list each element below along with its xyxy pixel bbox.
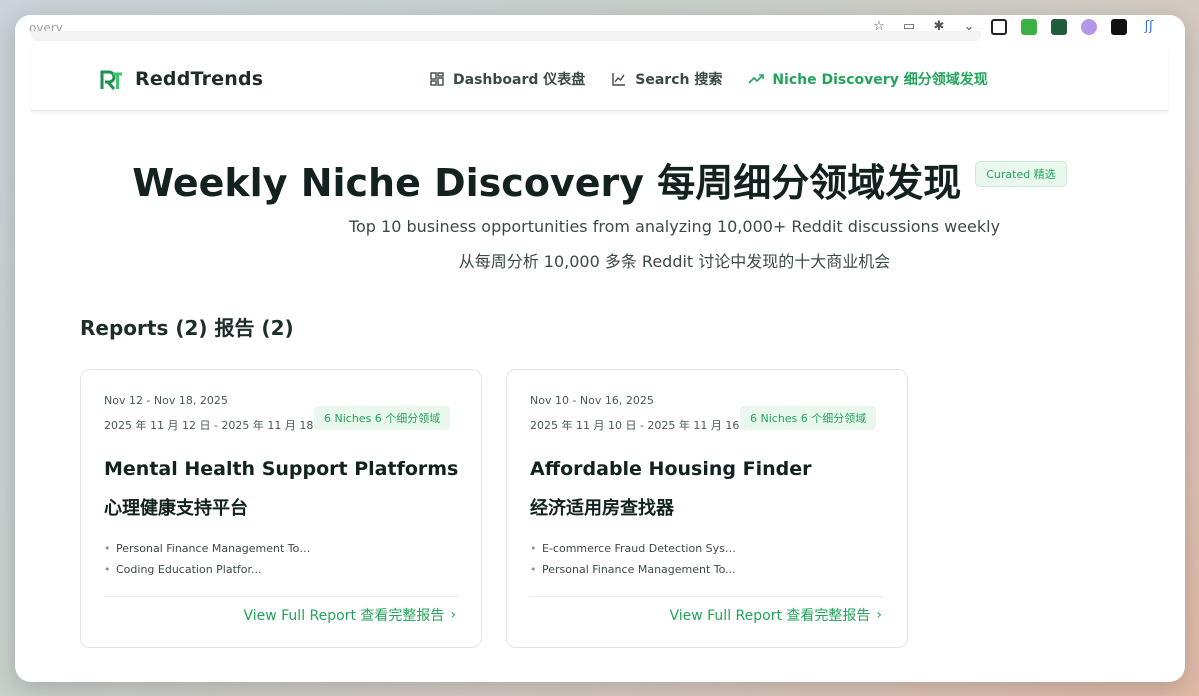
niche-list: E-commerce Fraud Detection Syste... Pers… — [530, 542, 740, 584]
nav-search-label: Search 搜索 — [635, 72, 723, 88]
browser-toolbar: overy ☆ ▭ ✱ ⌄ ʃʃ — [15, 15, 1185, 47]
translate-icon[interactable]: ✱ — [931, 19, 947, 35]
page-title-row: Weekly Niche Discovery 每周细分领域发现 Curated … — [31, 152, 1168, 207]
nav-niche-discovery[interactable]: Niche Discovery 细分领域发现 — [748, 69, 988, 89]
chevron-down-icon[interactable]: ⌄ — [961, 19, 977, 35]
reader-icon[interactable]: ▭ — [901, 19, 917, 35]
extension-icon-2[interactable] — [1021, 19, 1037, 35]
divider — [104, 596, 458, 597]
brand-name: ReddTrends — [135, 68, 264, 90]
niches-badge: 6 Niches 6 个细分领域 — [314, 406, 451, 430]
report-date-zh: 2025 年 11 月 10 日 - 2025 年 11 月 16 日 — [530, 419, 754, 432]
list-item: Personal Finance Management Too... — [104, 542, 314, 555]
trending-up-icon — [748, 74, 765, 84]
curated-badge: Curated 精选 — [975, 160, 1067, 187]
reports-heading: Reports (2) 报告 (2) — [80, 316, 294, 340]
report-card[interactable]: Nov 12 - Nov 18, 2025 2025 年 11 月 12 日 -… — [80, 369, 482, 648]
extension-icon-1[interactable] — [991, 19, 1007, 35]
extension-icon-5[interactable] — [1111, 19, 1127, 35]
top-navbar: ReddTrends Dashboard 仪表盘 Search 搜索 Niche… — [31, 47, 1168, 111]
browser-window: overy ☆ ▭ ✱ ⌄ ʃʃ ReddTrends Dashboard 仪表… — [15, 15, 1185, 682]
nav-links: Dashboard 仪表盘 Search 搜索 Niche Discovery … — [429, 69, 988, 89]
extension-icon-4[interactable] — [1081, 19, 1097, 35]
list-item: Coding Education Platfor... — [104, 563, 314, 576]
extension-icon-3[interactable] — [1051, 19, 1067, 35]
nav-niche-discovery-label: Niche Discovery 细分领域发现 — [772, 72, 988, 88]
chart-icon — [612, 73, 626, 86]
chevron-right-icon: › — [450, 607, 456, 623]
report-title-zh: 心理健康支持平台 — [104, 498, 248, 519]
niches-badge: 6 Niches 6 个细分领域 — [740, 406, 877, 430]
brand[interactable]: ReddTrends — [99, 66, 263, 92]
subtitle-en: Top 10 business opportunities from analy… — [348, 217, 1001, 236]
list-item: Personal Finance Management To... — [530, 563, 740, 576]
report-title-en: Affordable Housing Finder — [530, 458, 812, 480]
report-title-zh: 经济适用房查找器 — [530, 498, 674, 519]
nav-search[interactable]: Search 搜索 — [611, 69, 722, 89]
dashboard-icon — [430, 72, 444, 86]
page-title: Weekly Niche Discovery 每周细分领域发现 — [132, 161, 962, 205]
report-date-en: Nov 12 - Nov 18, 2025 — [104, 394, 228, 407]
app-container: ReddTrends Dashboard 仪表盘 Search 搜索 Niche… — [31, 47, 1168, 682]
report-title-en: Mental Health Support Platforms — [104, 458, 459, 480]
nav-dashboard-label: Dashboard 仪表盘 — [453, 72, 586, 88]
view-full-report-link[interactable]: View Full Report 查看完整报告 › — [669, 605, 882, 625]
list-item: E-commerce Fraud Detection Syste... — [530, 542, 740, 555]
divider — [530, 596, 884, 597]
view-full-report-label: View Full Report 查看完整报告 — [669, 608, 871, 624]
view-full-report-label: View Full Report 查看完整报告 — [243, 608, 445, 624]
report-date-en: Nov 10 - Nov 16, 2025 — [530, 394, 654, 407]
star-icon[interactable]: ☆ — [871, 19, 887, 35]
nav-dashboard[interactable]: Dashboard 仪表盘 — [429, 69, 585, 89]
subtitle-zh: 从每周分析 10,000 多条 Reddit 讨论中发现的十大商业机会 — [458, 252, 891, 271]
report-date-zh: 2025 年 11 月 12 日 - 2025 年 11 月 18 日 — [104, 419, 328, 432]
address-bar[interactable] — [31, 31, 981, 41]
report-card[interactable]: Nov 10 - Nov 16, 2025 2025 年 11 月 10 日 -… — [506, 369, 908, 648]
view-full-report-link[interactable]: View Full Report 查看完整报告 › — [243, 605, 456, 625]
extension-icon-6[interactable]: ʃʃ — [1141, 19, 1157, 35]
brand-logo-icon — [100, 70, 122, 90]
chevron-right-icon: › — [876, 607, 882, 623]
niche-list: Personal Finance Management Too... Codin… — [104, 542, 314, 584]
